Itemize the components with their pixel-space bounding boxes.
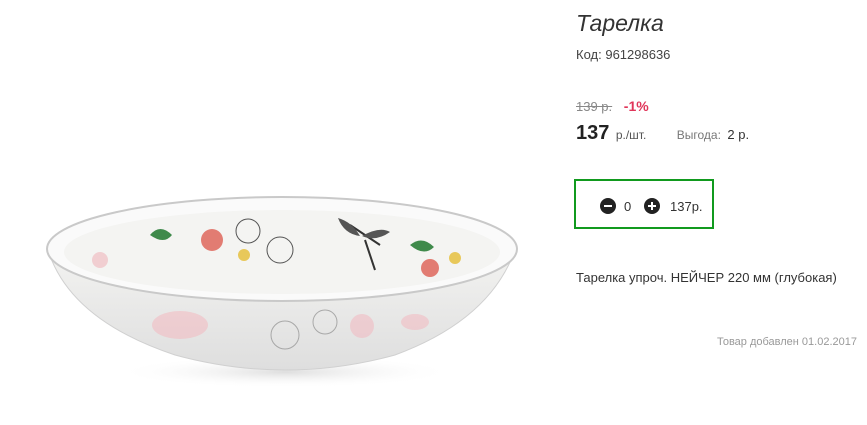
price-row: 137 р./шт. Выгода: 2 р. xyxy=(576,122,749,145)
plate-illustration xyxy=(46,196,518,388)
quantity-value[interactable]: 0 xyxy=(624,199,631,214)
benefit-label: Выгода: xyxy=(676,128,721,142)
minus-circle-icon[interactable] xyxy=(600,198,616,214)
current-price: 137 xyxy=(576,122,610,144)
product-image xyxy=(0,0,560,425)
discount-badge: -1% xyxy=(623,98,649,114)
quantity-selector: 0 137р. xyxy=(574,179,714,229)
product-description: Тарелка упроч. НЕЙЧЕР 220 мм (глубокая) xyxy=(576,270,837,285)
code-value: 961298636 xyxy=(605,47,671,62)
price-unit: р./шт. xyxy=(615,128,647,142)
old-price-row: 139 р. -1% xyxy=(576,98,649,114)
old-price: 139 р. xyxy=(576,99,613,114)
product-code: Код: 961298636 xyxy=(576,47,670,62)
product-info: Тарелка Код: 961298636 139 р. -1% 137 р.… xyxy=(574,0,867,425)
quantity-total: 137р. xyxy=(670,199,703,214)
plus-circle-icon[interactable] xyxy=(644,198,660,214)
product-title: Тарелка xyxy=(576,10,664,36)
added-date: Товар добавлен 01.02.2017 xyxy=(716,336,857,348)
code-label: Код: xyxy=(576,47,602,62)
benefit-value: 2 р. xyxy=(727,127,750,142)
